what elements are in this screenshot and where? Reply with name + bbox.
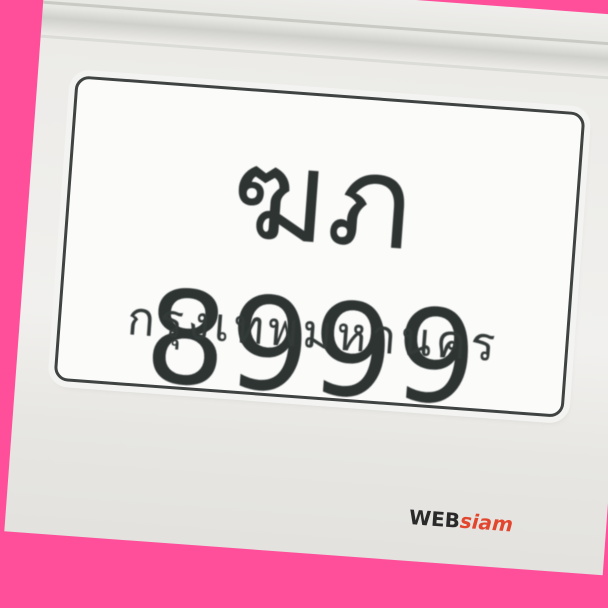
plate-number: ฆภ 8999 — [140, 118, 484, 436]
plate-photo: ฆภ 8999 กรุงเทพมหานคร — [4, 0, 608, 576]
wall-line — [23, 0, 608, 51]
photo-frame: ฆภ 8999 กรุงเทพมหานคร WEBsiam — [0, 0, 608, 608]
watermark-text: WEB — [408, 505, 461, 533]
license-plate: ฆภ 8999 กรุงเทพมหานคร — [53, 75, 586, 435]
watermark-text-accent: siam — [459, 508, 514, 537]
